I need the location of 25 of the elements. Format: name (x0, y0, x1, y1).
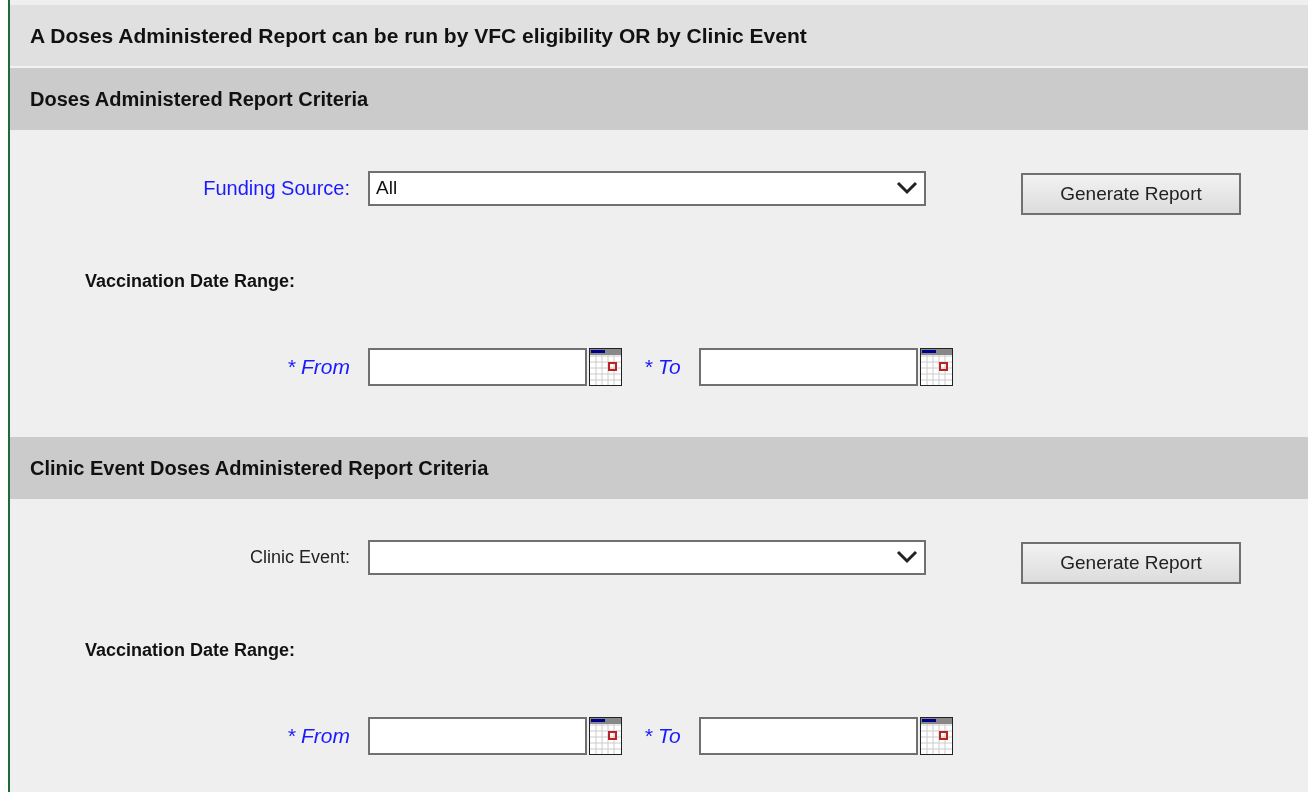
from-date-field[interactable] (368, 348, 587, 386)
section-header: Doses Administered Report Criteria (10, 68, 1308, 130)
calendar-icon[interactable] (919, 717, 953, 755)
chevron-down-icon (896, 181, 918, 195)
calendar-icon[interactable] (589, 348, 622, 386)
dropdown[interactable]: All (368, 170, 926, 206)
generate-report-button[interactable]: Generate Report (1021, 542, 1241, 584)
from-label: * From (286, 724, 351, 748)
generate-report-button[interactable]: Generate Report (1021, 173, 1241, 215)
to-date-field[interactable] (698, 717, 918, 755)
banner-text: A Doses Administered Report can be run by VFC eligibility OR by Clinic Event (10, 5, 1308, 68)
section-header: Clinic Event Doses Administered Report Criteria (10, 437, 1308, 499)
from-date-field[interactable] (368, 717, 587, 755)
field-label: Clinic Event: (248, 546, 351, 568)
dropdown[interactable] (368, 539, 926, 575)
to-label: * To (644, 724, 681, 748)
calendar-icon[interactable] (589, 717, 622, 755)
from-label: * From (286, 355, 351, 379)
to-date-field[interactable] (698, 348, 918, 386)
field-label: Funding Source: (202, 176, 351, 200)
chevron-down-icon (896, 550, 918, 564)
calendar-icon[interactable] (919, 348, 953, 386)
to-label: * To (644, 355, 681, 379)
date-range-label: Vaccination Date Range: (85, 640, 297, 661)
date-range-label: Vaccination Date Range: (85, 271, 297, 292)
